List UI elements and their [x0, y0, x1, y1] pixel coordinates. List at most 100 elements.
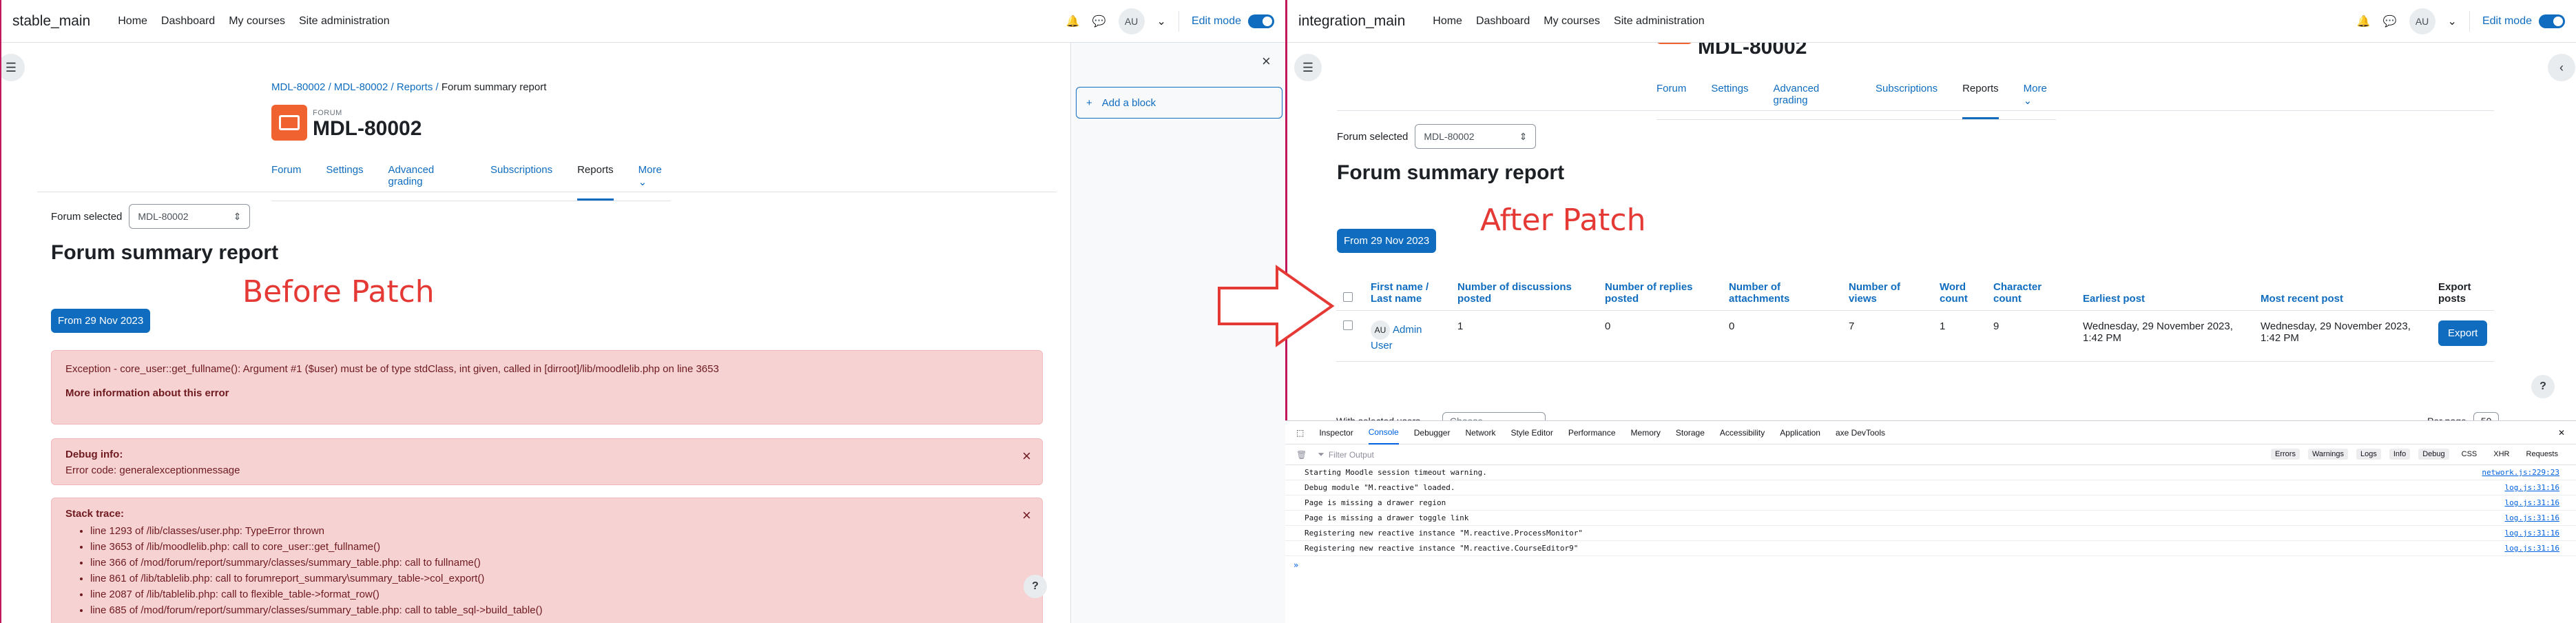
breadcrumb-course[interactable]: MDL-80002 [271, 81, 325, 93]
breadcrumb-forum[interactable]: MDL-80002 [334, 81, 388, 93]
tab-debugger[interactable]: Debugger [1414, 428, 1451, 438]
tab-subscriptions[interactable]: Subscriptions [490, 164, 552, 201]
tab-network[interactable]: Network [1465, 428, 1495, 438]
col-discussions[interactable]: Number of discussions posted [1451, 276, 1598, 311]
date-filter-button[interactable]: From 29 Nov 2023 [1337, 229, 1437, 253]
tab-application[interactable]: Application [1780, 428, 1820, 438]
user-avatar[interactable]: AU [2409, 8, 2435, 34]
date-filter-button[interactable]: From 29 Nov 2023 [51, 309, 151, 333]
tab-forum[interactable]: Forum [1656, 83, 1686, 119]
close-icon[interactable]: × [1022, 447, 1031, 465]
chevron-down-icon[interactable]: ⌄ [1157, 14, 1166, 28]
level-errors[interactable]: Errors [2271, 449, 2300, 460]
tab-console[interactable]: Console [1368, 421, 1399, 445]
toggle-icon[interactable] [2539, 14, 2565, 28]
comparison-arrow-icon [1218, 265, 1335, 347]
tab-more[interactable]: More ⌄ [2024, 83, 2056, 119]
chevron-down-icon[interactable]: ⌄ [2448, 14, 2457, 28]
bell-icon[interactable]: 🔔 [2357, 14, 2371, 28]
level-info[interactable]: Info [2389, 449, 2411, 460]
close-icon[interactable]: × [1262, 52, 1271, 70]
toggle-icon[interactable] [1248, 14, 1274, 28]
nav-home[interactable]: Home [118, 15, 147, 28]
site-brand[interactable]: stable_main [12, 13, 90, 30]
course-index-toggle[interactable]: ☰ [1, 54, 25, 81]
user-avatar[interactable]: AU [1118, 8, 1145, 34]
forum-icon [271, 105, 307, 141]
chat-icon[interactable]: 💬 [1092, 14, 1106, 28]
tab-settings[interactable]: Settings [326, 164, 363, 201]
tab-reports[interactable]: Reports [577, 164, 614, 201]
trash-icon[interactable]: 🗑 [1296, 450, 1307, 460]
edit-mode-switch[interactable]: Edit mode [2482, 14, 2565, 28]
level-css[interactable]: CSS [2458, 449, 2482, 460]
tab-subscriptions[interactable]: Subscriptions [1876, 83, 1938, 119]
console-message: Starting Moodle session timeout warning.… [1285, 465, 2576, 480]
add-block-button[interactable]: + Add a block [1076, 87, 1282, 119]
log-source-link[interactable]: log.js:31:16 [2505, 529, 2559, 538]
cell-replies: 0 [1598, 310, 1722, 362]
primary-nav: Home Dashboard My courses Site administr… [1433, 15, 1704, 28]
col-views[interactable]: Number of views [1842, 276, 1933, 311]
tab-memory[interactable]: Memory [1631, 428, 1661, 438]
tab-axe-devtools[interactable]: axe DevTools [1836, 428, 1885, 438]
select-all-checkbox[interactable] [1343, 292, 1353, 302]
close-icon[interactable]: ✕ [2558, 428, 2565, 438]
forum-select[interactable]: MDL-80002 ⇕ [129, 204, 251, 229]
nav-home[interactable]: Home [1433, 15, 1462, 28]
log-source-link[interactable]: log.js:31:16 [2505, 513, 2559, 522]
site-brand[interactable]: integration_main [1298, 13, 1405, 30]
pick-element-icon[interactable]: ⬚ [1296, 428, 1304, 438]
row-checkbox[interactable] [1343, 320, 1353, 330]
close-icon[interactable]: × [1022, 507, 1031, 524]
col-chars[interactable]: Character count [1986, 276, 2076, 311]
log-source-link[interactable]: log.js:31:16 [2505, 544, 2559, 553]
col-name[interactable]: First name / Last name [1364, 276, 1451, 311]
tab-forum[interactable]: Forum [271, 164, 301, 201]
log-source-link[interactable]: log.js:31:16 [2505, 483, 2559, 492]
col-recent[interactable]: Most recent post [2254, 276, 2431, 311]
more-info-link[interactable]: More information about this error [65, 387, 229, 399]
nav-my-courses[interactable]: My courses [229, 15, 285, 28]
export-button[interactable]: Export [2438, 320, 2488, 346]
tab-more[interactable]: More ⌄ [638, 164, 671, 201]
forum-select[interactable]: MDL-80002 ⇕ [1415, 124, 1537, 149]
tab-advanced-grading[interactable]: Advanced grading [1774, 83, 1851, 119]
stack-line: line 685 of /mod/forum/report/summary/cl… [90, 604, 1028, 616]
tab-settings[interactable]: Settings [1711, 83, 1748, 119]
level-requests[interactable]: Requests [2522, 449, 2562, 460]
console-input[interactable]: » [1285, 556, 2576, 574]
level-warnings[interactable]: Warnings [2307, 449, 2349, 460]
col-replies[interactable]: Number of replies posted [1598, 276, 1722, 311]
block-drawer-toggle[interactable]: ‹ [2548, 54, 2575, 81]
bell-icon[interactable]: 🔔 [1066, 14, 1080, 28]
log-source-link[interactable]: network.js:229:23 [2482, 468, 2559, 477]
col-attachments[interactable]: Number of attachments [1722, 276, 1842, 311]
level-debug[interactable]: Debug [2418, 449, 2449, 460]
nav-site-admin[interactable]: Site administration [1614, 15, 1705, 28]
tab-style-editor[interactable]: Style Editor [1510, 428, 1552, 438]
course-index-toggle[interactable]: ☰ [1294, 54, 1322, 81]
help-icon[interactable]: ? [2531, 375, 2555, 398]
help-icon[interactable]: ? [1024, 575, 1047, 598]
breadcrumb-reports[interactable]: Reports [397, 81, 433, 93]
tab-performance[interactable]: Performance [1568, 428, 1616, 438]
tab-reports[interactable]: Reports [1962, 83, 1999, 119]
nav-dashboard[interactable]: Dashboard [161, 15, 215, 28]
tab-accessibility[interactable]: Accessibility [1720, 428, 1765, 438]
tab-storage[interactable]: Storage [1676, 428, 1705, 438]
filter-input[interactable]: Filter Output [1329, 450, 1374, 460]
nav-site-admin[interactable]: Site administration [299, 15, 390, 28]
tab-advanced-grading[interactable]: Advanced grading [388, 164, 466, 201]
log-source-link[interactable]: log.js:31:16 [2505, 498, 2559, 507]
level-logs[interactable]: Logs [2356, 449, 2381, 460]
col-earliest[interactable]: Earliest post [2076, 276, 2254, 311]
nav-my-courses[interactable]: My courses [1544, 15, 1600, 28]
nav-dashboard[interactable]: Dashboard [1476, 15, 1530, 28]
cell-attachments: 0 [1722, 310, 1842, 362]
col-words[interactable]: Word count [1933, 276, 1986, 311]
tab-inspector[interactable]: Inspector [1319, 428, 1353, 438]
chat-icon[interactable]: 💬 [2383, 14, 2397, 28]
edit-mode-switch[interactable]: Edit mode [1192, 14, 1274, 28]
level-xhr[interactable]: XHR [2489, 449, 2513, 460]
